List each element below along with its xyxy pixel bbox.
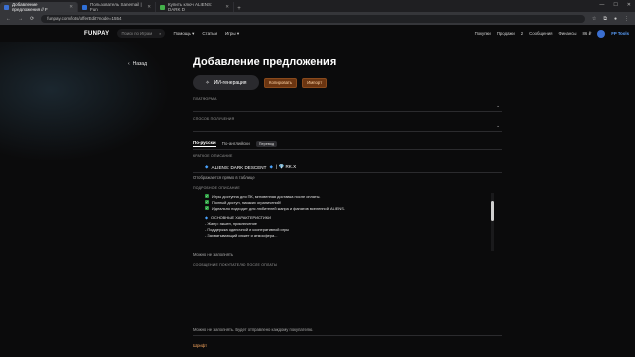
buyer-msg-hint: Можно не заполнять. Будет отправлено каж… [193, 327, 314, 332]
tab-favicon-icon [160, 4, 165, 10]
full-desc-textarea[interactable]: ✓ Игры доступна для ПК, мгновенная достав… [193, 193, 502, 251]
chevron-down-icon: ⌄ [496, 123, 500, 128]
full-desc-hint: Можно не заполнять [193, 252, 234, 257]
feature-line: - Захватывающий сюжет и атмосфера... [205, 232, 278, 238]
nav-purchases[interactable]: Покупки [475, 31, 491, 36]
nav-sales[interactable]: Продажи [497, 31, 515, 36]
tab-label: Купить ключ ALIENS: DARK D [168, 2, 213, 12]
url-field[interactable]: funpay.com/lots/offerEdit?node=1554 [41, 14, 585, 23]
new-tab-button[interactable]: + [234, 6, 244, 12]
search-placeholder: Поиск по Играм [121, 31, 153, 36]
page-title: Добавление предложения [193, 56, 337, 68]
maximize-button[interactable]: ☐ [613, 2, 617, 8]
browser-tab-bar: Добавление предложения // F ✕ Пользовател… [0, 0, 635, 12]
scrollbar-thumb[interactable] [491, 201, 494, 221]
browser-menu-icon[interactable]: ⋮ [624, 16, 629, 22]
short-desc-label: КРАТКОЕ ОПИСАНИЕ [193, 154, 233, 158]
full-desc-label: ПОДРОБНОЕ ОПИСАНИЕ [193, 186, 240, 190]
divider [193, 172, 502, 173]
back-label: Назад [132, 61, 147, 67]
diamond-icon: ◆ [269, 164, 273, 169]
sparkle-icon: ✧ [205, 79, 210, 86]
site-header: FUNPAY Поиск по Играм ⌕ Помощь ▾ Статьи И… [0, 25, 635, 42]
search-input[interactable]: Поиск по Играм ⌕ [117, 29, 166, 38]
reload-icon[interactable]: ⟳ [30, 16, 34, 22]
bottom-hint: Шрифт [193, 343, 208, 348]
nav-help[interactable]: Помощь ▾ [173, 31, 194, 37]
desc-line-text: Игры доступна для ПК, мгновенная доставк… [212, 193, 321, 199]
url-text: funpay.com/lots/offerEdit?node=1554 [47, 16, 122, 21]
check-icon: ✓ [205, 194, 209, 198]
nav-articles[interactable]: Статьи [202, 31, 217, 37]
divider [193, 149, 502, 150]
search-icon: ⌕ [159, 31, 162, 36]
desc-line-text: Полный доступ, никаких ограничений! [212, 199, 281, 205]
ai-generation-button[interactable]: ✧ ИИ-генерация [193, 75, 259, 90]
form-actions: ✧ ИИ-генерация Копировать Импорт [193, 75, 502, 90]
check-icon: ✓ [205, 200, 209, 204]
header-user-menu: Покупки Продажи 2 Сообщения Финансы 86 ₽… [475, 29, 629, 38]
diamond-icon: ◆ [205, 214, 208, 220]
back-link[interactable]: ‹ Назад [128, 61, 147, 67]
balance-value: 86 ₽ [582, 30, 592, 36]
bookmark-star-icon[interactable]: ☆ [592, 16, 596, 22]
back-arrow-icon[interactable]: ← [6, 16, 11, 22]
browser-tab-2[interactable]: Купить ключ ALIENS: DARK D ✕ [156, 2, 234, 12]
features-title-text: ОСНОВНЫЕ ХАРАКТЕРИСТИКИ [211, 214, 271, 220]
tab-label: Добавление предложения // F [12, 2, 48, 12]
method-select[interactable]: ⌄ [193, 121, 502, 132]
tab-russian[interactable]: По-русски [193, 140, 216, 147]
minimize-button[interactable]: — [599, 2, 604, 8]
address-bar-row: ← → ⟳ funpay.com/lots/offerEdit?node=155… [0, 12, 635, 25]
tab-favicon-icon [4, 4, 9, 10]
divider [193, 335, 502, 336]
short-desc-text: ALIENS: DARK DESCENT [211, 164, 267, 170]
buyer-msg-textarea[interactable] [193, 270, 502, 327]
desc-line-text: Идеально подходит для любителей жанра и … [212, 205, 345, 211]
extensions-icon[interactable]: ⧉ [603, 16, 607, 22]
close-icon[interactable]: ✕ [69, 4, 73, 10]
chevron-left-icon: ‹ [128, 61, 130, 67]
import-button[interactable]: Импорт [302, 77, 328, 88]
tab-favicon-icon [82, 4, 87, 10]
avatar[interactable] [597, 29, 606, 38]
diamond-icon: ◆ [205, 164, 209, 169]
language-tabs: По-русски По-английски Перевод [193, 140, 502, 147]
desc-line: ✓ Идеально подходит для любителей жанра и… [193, 205, 502, 211]
chevron-down-icon: ⌄ [496, 103, 500, 108]
translate-button[interactable]: Перевод [255, 140, 278, 147]
short-desc-suffix: | 💎 RK.X [275, 164, 297, 169]
platform-select[interactable]: ⌄ [193, 101, 502, 112]
tab-label: Пользователь Sanemail | Fun [90, 2, 142, 12]
scrollbar[interactable] [491, 193, 494, 251]
tab-english[interactable]: По-английски [222, 141, 250, 146]
forward-arrow-icon[interactable]: → [18, 16, 23, 22]
nav-messages[interactable]: Сообщения [529, 31, 552, 36]
offer-form: Добавление предложения ✧ ИИ-генерация Коп… [193, 56, 502, 348]
close-icon[interactable]: ✕ [225, 4, 229, 10]
check-icon: ✓ [205, 206, 209, 210]
nav-games[interactable]: Игры ▾ [225, 31, 239, 37]
close-icon[interactable]: ✕ [147, 4, 151, 10]
ai-button-label: ИИ-генерация [213, 79, 247, 86]
buyer-msg-label: СООБЩЕНИЕ ПОКУПАТЕЛЮ ПОСЛЕ ОПЛАТЫ [193, 263, 278, 267]
funpay-logo[interactable]: FUNPAY [84, 31, 109, 37]
short-desc-hint: Отображается прямо в таблице [193, 175, 255, 180]
browser-tab-0[interactable]: Добавление предложения // F ✕ [0, 2, 78, 12]
profile-icon[interactable]: ● [614, 16, 617, 22]
copy-button[interactable]: Копировать [264, 77, 298, 88]
close-window-button[interactable]: ✕ [627, 2, 631, 8]
sales-count-badge: 2 [520, 31, 524, 36]
nav-finance[interactable]: Финансы [558, 31, 576, 36]
fp-tools-link[interactable]: FP Tools [611, 31, 629, 36]
main-nav: Помощь ▾ Статьи Игры ▾ [173, 31, 239, 37]
window-controls: — ☐ ✕ [599, 2, 631, 8]
browser-tab-1[interactable]: Пользователь Sanemail | Fun ✕ [78, 2, 156, 12]
short-desc-input[interactable]: ◆ ALIENS: DARK DESCENT ◆ | 💎 RK.X [205, 164, 502, 170]
background-art [0, 42, 170, 162]
